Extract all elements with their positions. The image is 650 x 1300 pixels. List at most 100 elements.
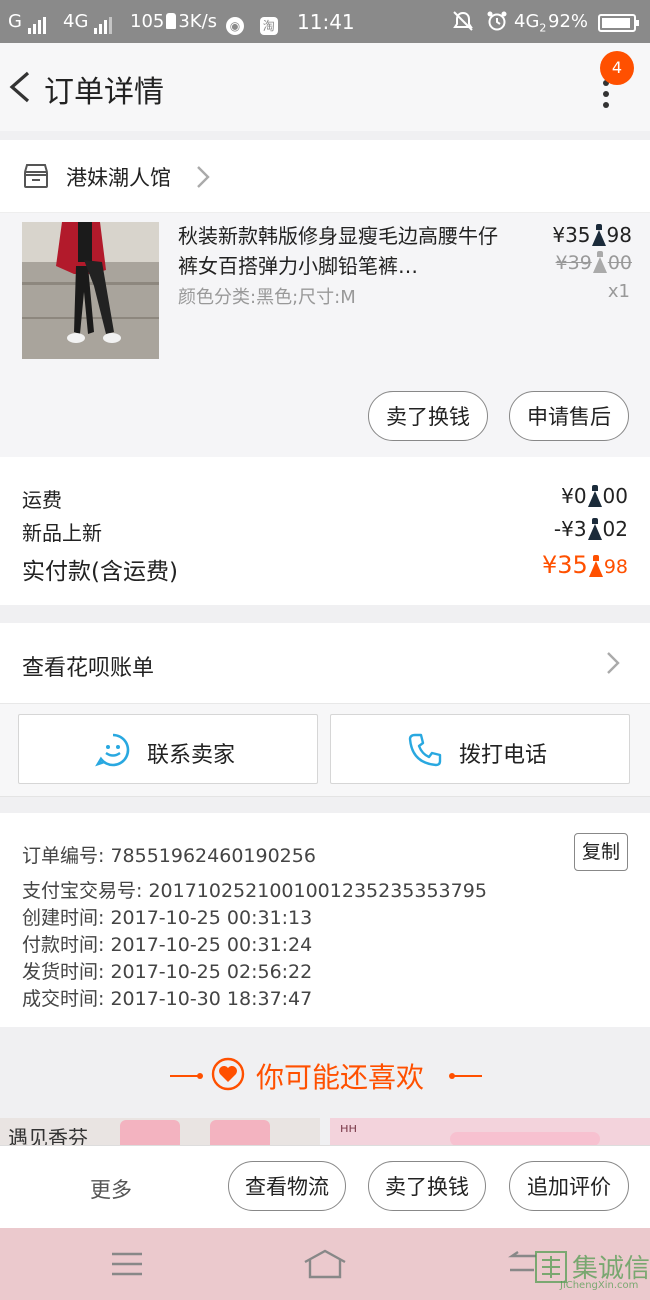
total-main: ¥35: [542, 551, 588, 579]
discount-label: 新品上新: [22, 521, 102, 545]
product-spec: 颜色分类:黑色;尺寸:M: [178, 287, 356, 308]
signal-icon: [27, 13, 48, 34]
product-quantity: x1: [607, 281, 630, 302]
battery-percent: 92%: [548, 11, 589, 32]
shop-row[interactable]: 港妹潮人馆: [0, 140, 650, 213]
network-label: 4G: [63, 11, 89, 32]
recommend-item-right-text: ᴴᴴ: [340, 1122, 358, 1143]
product-bottle: [120, 1120, 180, 1146]
network-indicator: 4G: [63, 11, 114, 34]
status-bar: G 4G 105 3K/s ◉ 淘 11:41 4G2 92%: [0, 0, 650, 43]
page-title: 订单详情: [44, 75, 164, 110]
carrier-label: G: [8, 11, 22, 32]
recommend-item-left[interactable]: 遇见香芬: [0, 1118, 320, 1146]
taobao-icon: 淘: [259, 17, 278, 35]
after-sale-button[interactable]: 申请售后: [509, 391, 629, 441]
app-icons: ◉ 淘: [226, 11, 278, 35]
chevron-right-icon: [607, 652, 620, 674]
network-right-sub: 2: [539, 21, 547, 35]
sell-for-cash-button-bottom[interactable]: 卖了换钱: [368, 1161, 486, 1211]
home-icon[interactable]: [302, 1248, 348, 1280]
system-nav-bar: 集诚信 JiChengXin.com: [0, 1228, 650, 1300]
price-main: ¥35: [552, 223, 591, 247]
shipped-time: 发货时间: 2017-10-25 02:56:22: [22, 961, 313, 983]
recommend-title: 你可能还喜欢: [256, 1061, 425, 1094]
alipay-trade-number: 支付宝交易号: 2017102521001001235235353795: [22, 880, 487, 902]
shipping-separator-icon: [587, 485, 602, 507]
orig-price-main: ¥39: [555, 252, 592, 274]
bottom-action-bar: 更多 查看物流 卖了换钱 追加评价: [0, 1145, 650, 1229]
recommend-item-left-text: 遇见香芬: [8, 1126, 88, 1146]
paid-time: 付款时间: 2017-10-25 00:31:24: [22, 934, 313, 956]
call-phone-button[interactable]: 拨打电话: [330, 714, 630, 784]
chat-bubble-icon: [95, 733, 130, 767]
discount-cents: 02: [602, 517, 628, 541]
price-separator-icon: [591, 224, 606, 246]
network-right: 4G2: [514, 11, 546, 35]
recommend-header: 你可能还喜欢: [0, 1028, 650, 1118]
shipping-value: ¥0 00: [561, 484, 628, 508]
payment-summary: 运费 ¥0 00 新品上新 -¥3 02 实付款(含运费) ¥35 98: [0, 457, 650, 605]
total-separator-icon: [588, 555, 603, 577]
watermark-url: JiChengXin.com: [560, 1280, 639, 1291]
view-logistics-button[interactable]: 查看物流: [228, 1161, 346, 1211]
heart-icon: [211, 1057, 245, 1091]
shop-name: 港妹潮人馆: [66, 166, 171, 190]
completed-time: 成交时间: 2017-10-30 18:37:47: [22, 988, 313, 1010]
discount-separator-icon: [587, 518, 602, 540]
original-price: ¥39 00: [556, 251, 632, 274]
created-time: 创建时间: 2017-10-25 00:31:13: [22, 907, 313, 929]
shipping-label: 运费: [22, 488, 62, 512]
battery-icon: [598, 12, 639, 33]
divider-left: [170, 1073, 203, 1079]
order-number[interactable]: 订单编号: 78551962460190256: [22, 841, 316, 868]
more-button[interactable]: 更多: [90, 1174, 132, 1204]
contact-seller-label: 联系卖家: [147, 743, 236, 768]
speed-indicator: 105 3K/s: [130, 11, 217, 32]
chevron-right-icon: [197, 166, 210, 188]
contact-row: 联系卖家 拨打电话: [0, 704, 650, 797]
contact-seller-button[interactable]: 联系卖家: [18, 714, 318, 784]
discount-main: -¥3: [553, 517, 587, 541]
menu-icon[interactable]: [110, 1250, 144, 1278]
phone-icon: [408, 733, 442, 767]
chevron-left-icon: [9, 71, 30, 103]
sell-for-cash-button[interactable]: 卖了换钱: [368, 391, 488, 441]
divider-right: [449, 1073, 482, 1079]
speed-icon: [166, 13, 177, 29]
carrier-signal: G: [8, 11, 48, 34]
recommend-item-right[interactable]: ᴴᴴ: [330, 1118, 650, 1146]
speed-number: 105: [130, 11, 165, 32]
alarm-icon: [487, 11, 507, 31]
shipping-main: ¥0: [561, 484, 587, 508]
app-round-icon: ◉: [226, 17, 244, 35]
total-label: 实付款(含运费): [22, 559, 178, 585]
order-info: 订单编号: 78551962460190256 复制 支付宝交易号: 20171…: [0, 813, 650, 1027]
orig-price-separator-icon: [592, 251, 607, 273]
price-cents: 98: [606, 223, 632, 247]
network-right-label: 4G: [514, 11, 540, 32]
product-image[interactable]: [22, 222, 159, 359]
back-button[interactable]: [4, 65, 40, 109]
product-bottle-2: [210, 1120, 270, 1146]
total-cents: 98: [603, 556, 628, 578]
product-price: ¥35 98: [552, 223, 632, 247]
product-tube: [450, 1132, 600, 1146]
product-title[interactable]: 秋装新款韩版修身显瘦毛边高腰牛仔裤女百搭弹力小脚铅笔裤…: [178, 221, 498, 281]
mute-bell-icon: [453, 11, 473, 31]
total-value: ¥35 98: [542, 551, 628, 579]
orig-price-cents: 00: [607, 252, 632, 274]
call-phone-label: 拨打电话: [459, 743, 548, 768]
add-review-button[interactable]: 追加评价: [509, 1161, 629, 1211]
title-bar: 订单详情: [0, 43, 650, 131]
mute-alarm-icons: [452, 11, 508, 36]
product-card[interactable]: 秋装新款韩版修身显瘦毛边高腰牛仔裤女百搭弹力小脚铅笔裤… 颜色分类:黑色;尺寸:…: [0, 213, 650, 457]
shipping-cents: 00: [602, 484, 628, 508]
huabei-label: 查看花呗账单: [22, 656, 155, 681]
huabei-bill-row[interactable]: 查看花呗账单: [0, 623, 650, 704]
shop-icon: [24, 164, 48, 188]
speed-unit: 3K/s: [178, 11, 218, 32]
copy-button[interactable]: 复制: [574, 833, 628, 871]
notification-badge: 4: [600, 51, 634, 85]
watermark-logo-icon: [535, 1251, 567, 1283]
